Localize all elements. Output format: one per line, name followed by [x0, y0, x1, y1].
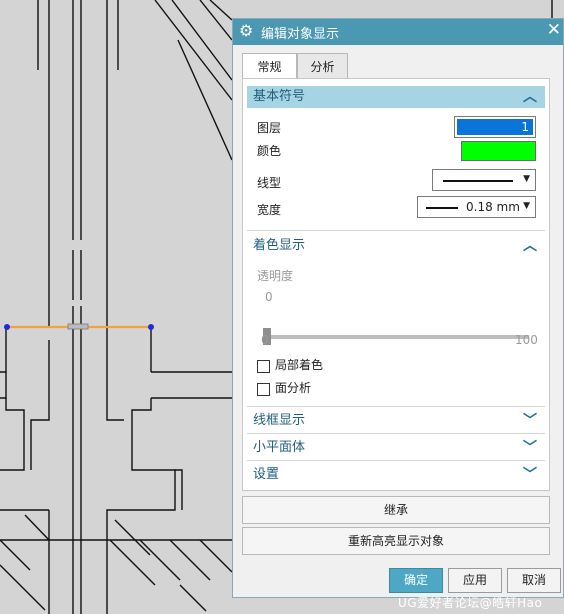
- chevron-down-icon: ﹀: [523, 440, 537, 456]
- section-basic-symbol-title: 基本符号: [253, 89, 306, 104]
- line-width-preview: [426, 207, 458, 209]
- section-facet-header[interactable]: 小平面体 ﹀: [247, 437, 545, 459]
- ok-button[interactable]: 确定: [389, 568, 443, 593]
- inherit-button[interactable]: 继承: [242, 496, 550, 524]
- width-dropdown[interactable]: 0.18 mm ▼: [417, 196, 536, 218]
- tab-general[interactable]: 常规: [242, 53, 297, 80]
- section-divider: [247, 433, 545, 434]
- watermark-text: UG爱好者论坛@皓轩Hao: [398, 596, 543, 610]
- line-endpoint-left: [4, 324, 10, 330]
- general-panel: 基本符号 ︿ 图层 1 颜色 线型 ▼ 宽度 0.18 mm ▼ 着色显示 ︿ …: [242, 78, 550, 491]
- face-analysis-checkbox[interactable]: [257, 383, 270, 396]
- cancel-button[interactable]: 取消: [507, 568, 561, 593]
- slider-min-label: 0: [261, 333, 269, 347]
- width-label: 宽度: [257, 203, 282, 217]
- transparency-slider-track[interactable]: [263, 335, 529, 339]
- linetype-label: 线型: [257, 176, 282, 190]
- chevron-up-icon: ︿: [523, 238, 537, 254]
- color-label: 颜色: [257, 144, 282, 158]
- color-swatch-button[interactable]: [461, 141, 536, 161]
- slider-max-label: 100: [515, 333, 538, 347]
- linetype-dropdown[interactable]: ▼: [432, 169, 536, 191]
- solid-line-preview: [443, 180, 513, 182]
- section-divider: [247, 230, 545, 231]
- chevron-down-icon: ﹀: [523, 467, 537, 483]
- chevron-down-icon: ﹀: [523, 413, 537, 429]
- transparency-current-value: 0: [265, 290, 273, 304]
- dropdown-arrow-icon: ▼: [523, 174, 530, 184]
- section-divider: [247, 406, 545, 407]
- line-endpoint-right: [148, 324, 154, 330]
- section-wireframe-title: 线框显示: [253, 413, 306, 428]
- partial-shading-checkbox[interactable]: [257, 360, 270, 373]
- section-facet-title: 小平面体: [253, 440, 306, 455]
- width-value: 0.18 mm: [466, 200, 520, 214]
- section-settings-title: 设置: [253, 467, 280, 482]
- transparency-label: 透明度: [257, 269, 294, 283]
- gear-icon: ⚙: [239, 21, 254, 40]
- apply-button[interactable]: 应用: [448, 568, 502, 593]
- section-divider: [247, 460, 545, 461]
- layer-input[interactable]: 1: [454, 116, 536, 138]
- dropdown-arrow-icon: ▼: [523, 201, 530, 211]
- section-wireframe-header[interactable]: 线框显示 ﹀: [247, 410, 545, 432]
- section-basic-symbol-header[interactable]: 基本符号 ︿: [247, 86, 545, 108]
- layer-value: 1: [457, 119, 533, 135]
- face-analysis-label: 面分析: [275, 381, 312, 395]
- section-shading-header[interactable]: 着色显示 ︿: [247, 235, 545, 257]
- dialog-titlebar[interactable]: ⚙ 编辑对象显示 ✕: [233, 19, 563, 45]
- partial-shading-label: 局部着色: [275, 358, 324, 372]
- close-icon[interactable]: ✕: [547, 20, 561, 40]
- rehighlight-button[interactable]: 重新高亮显示对象: [242, 527, 550, 555]
- layer-label: 图层: [257, 121, 282, 135]
- section-settings-header[interactable]: 设置 ﹀: [247, 464, 545, 486]
- edit-object-display-dialog: ⚙ 编辑对象显示 ✕ 常规 分析 基本符号 ︿ 图层 1 颜色 线型 ▼ 宽度 …: [232, 18, 564, 598]
- dialog-title: 编辑对象显示: [261, 27, 340, 42]
- chevron-up-icon: ︿: [523, 89, 537, 105]
- section-shading-title: 着色显示: [253, 238, 306, 253]
- tab-analysis[interactable]: 分析: [297, 53, 348, 79]
